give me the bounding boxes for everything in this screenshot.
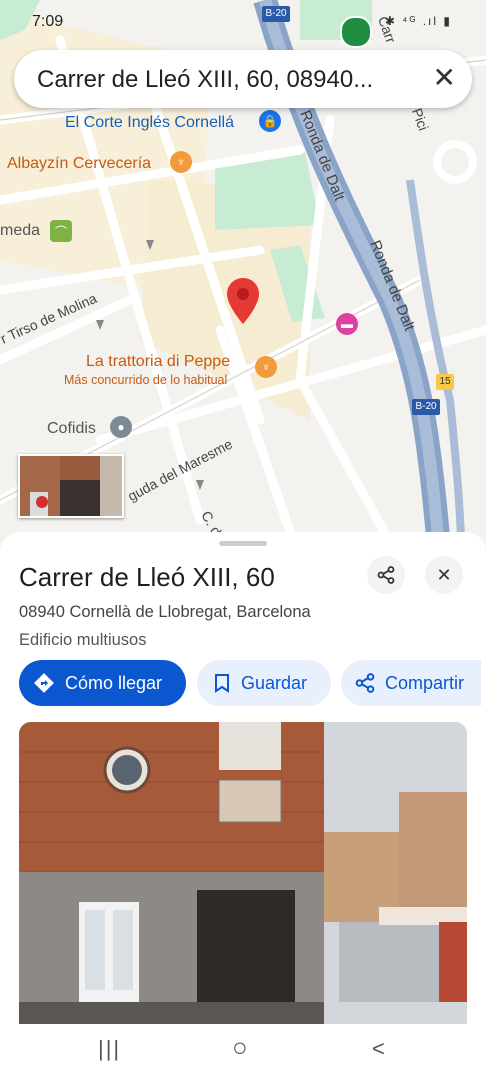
search-bar[interactable]: Carrer de Lleó XIII, 60, 08940... ✕ [14,50,472,108]
share-icon-button[interactable] [367,556,405,594]
close-icon[interactable]: ✕ [433,62,456,94]
place-type: Edificio multiusos [19,631,147,649]
status-icons: ✱ ⁴ᴳ .ıl ▮ [384,14,452,28]
place-sheet: Carrer de Lleó XIII, 60 ✕ 08940 Cornellà… [0,532,486,1080]
status-bar: 7:09 ✱ ⁴ᴳ .ıl ▮ [0,0,486,44]
home-button[interactable]: ○ [232,1032,248,1063]
poi-meda[interactable]: meda [0,222,40,240]
place-address: 08940 Cornellà de Llobregat, Barcelona [19,603,311,621]
pin-icon[interactable]: ● [110,416,132,438]
poi-albayzin[interactable]: Albayzín Cervecería [7,155,151,173]
save-button[interactable]: Guardar [197,660,331,706]
system-nav-bar: ||| ○ < [0,1024,486,1080]
park-icon[interactable]: ⌒ [50,220,72,242]
share-icon [355,673,375,693]
directions-label: Cómo llegar [65,672,163,693]
place-title: Carrer de Lleó XIII, 60 [19,562,275,592]
map-marker-icon [227,278,259,324]
back-button[interactable]: < [372,1036,385,1062]
street-view-thumbnail[interactable] [18,454,124,518]
directions-icon [34,673,54,693]
share-button[interactable]: Compartir [341,660,481,706]
place-photo[interactable] [19,722,467,1024]
hotel-icon[interactable]: ▬ [336,313,358,335]
search-query[interactable]: Carrer de Lleó XIII, 60, 08940... [37,66,373,94]
directions-button[interactable]: Cómo llegar [19,660,186,706]
poi-trattoria-busy: Más concurrido de lo habitual [64,373,228,387]
close-icon[interactable]: ✕ [425,556,463,594]
road-shield: B-20 [412,399,440,415]
restaurant-icon[interactable]: ♆ [170,151,192,173]
status-time: 7:09 [32,13,64,30]
save-label: Guardar [241,672,308,693]
restaurant-icon[interactable]: ♆ [255,356,277,378]
poi-cofidis[interactable]: Cofidis [47,420,96,438]
bookmark-icon [215,674,229,693]
share-icon [377,566,395,584]
shopping-bag-icon[interactable]: 🔒 [259,110,281,132]
share-label: Compartir [385,672,465,693]
recents-button[interactable]: ||| [98,1036,121,1062]
drag-handle[interactable] [219,541,267,546]
poi-trattoria[interactable]: La trattoria di Peppe [86,353,230,371]
poi-el-corte-ingles[interactable]: El Corte Inglés Cornellá [65,114,234,132]
road-shield: 15 [436,374,454,390]
